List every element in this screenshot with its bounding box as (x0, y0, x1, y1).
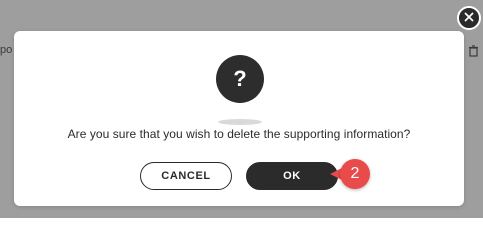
background-text: po (0, 44, 13, 56)
ok-button-label: OK (283, 170, 301, 182)
trash-icon (468, 45, 479, 60)
cancel-button[interactable]: CANCEL (140, 162, 232, 190)
step-number: 2 (350, 165, 360, 182)
confirm-delete-dialog: ? Are you sure that you wish to delete t… (14, 31, 464, 206)
cancel-button-label: CANCEL (161, 170, 211, 182)
question-mark-icon: ? (216, 55, 264, 103)
step-badge: 2 (340, 159, 370, 189)
question-mark-glyph: ? (233, 66, 247, 91)
icon-shadow (218, 119, 262, 125)
ok-button[interactable]: OK (246, 162, 338, 190)
confirm-message: Are you sure that you wish to delete the… (67, 127, 411, 141)
close-button[interactable] (457, 6, 481, 30)
close-icon (464, 9, 474, 27)
